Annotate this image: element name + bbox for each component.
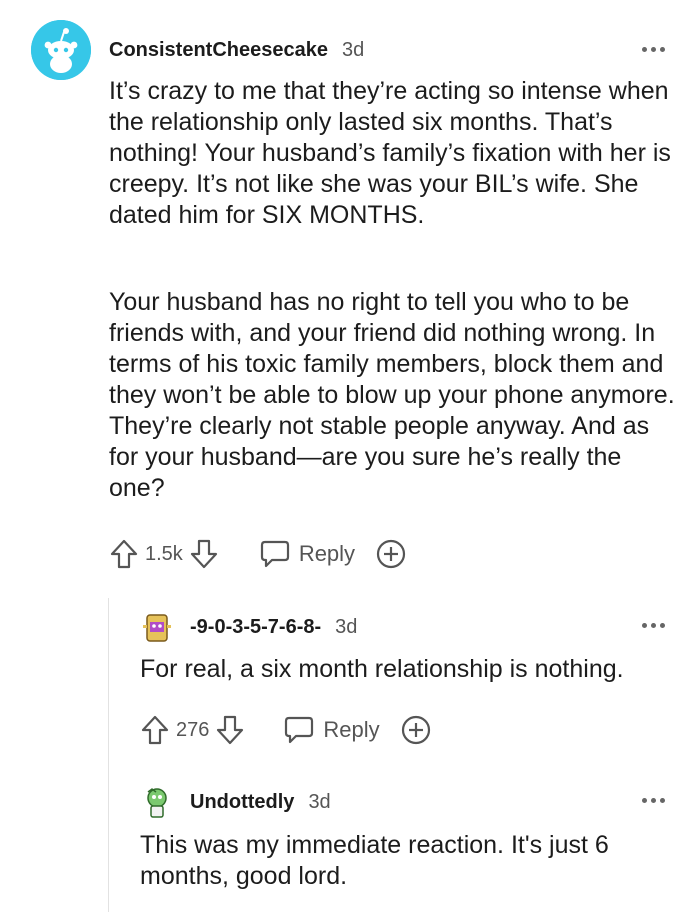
- avatar[interactable]: [31, 20, 91, 80]
- plus-circle-icon[interactable]: [400, 714, 432, 746]
- timestamp: 3d: [308, 790, 331, 813]
- speech-bubble-icon: [259, 539, 291, 569]
- thread-line[interactable]: [108, 598, 109, 912]
- vote-group: 1.5k: [109, 538, 219, 570]
- comment-thread: ConsistentCheesecake 3d It’s crazy to me…: [0, 0, 700, 912]
- username[interactable]: -9-0-3-5-7-6-8-: [190, 616, 321, 639]
- downvote-arrow-icon[interactable]: [215, 714, 245, 746]
- comment-body-paragraph: Your husband has no right to tell you wh…: [109, 288, 675, 502]
- ellipsis-icon: [641, 797, 647, 803]
- comment-body-paragraph: It’s crazy to me that they’re acting so …: [109, 77, 671, 229]
- username[interactable]: ConsistentCheesecake: [109, 39, 328, 62]
- username[interactable]: Undottedly: [190, 791, 294, 814]
- avatar[interactable]: [140, 611, 174, 645]
- avatar[interactable]: [140, 786, 174, 820]
- timestamp: 3d: [341, 38, 365, 61]
- comment-body: This was my immediate reaction. It's jus…: [140, 831, 609, 890]
- comment-actions: 276 Reply: [140, 712, 432, 748]
- more-options-button[interactable]: [638, 617, 668, 633]
- ellipsis-icon: [641, 622, 647, 628]
- upvote-arrow-icon[interactable]: [140, 714, 170, 746]
- more-options-button[interactable]: [638, 41, 668, 57]
- vote-count: 276: [176, 718, 210, 741]
- comment-header: Undottedly 3d: [190, 788, 331, 816]
- vote-group: 276: [140, 714, 245, 746]
- comment-body: For real, a six month relationship is no…: [140, 655, 624, 683]
- reply-label: Reply: [298, 541, 356, 566]
- snoo-avatar-icon: [31, 20, 91, 80]
- plus-circle-icon[interactable]: [375, 538, 407, 570]
- reply-button[interactable]: Reply: [283, 715, 380, 745]
- comment-header: ConsistentCheesecake 3d: [109, 36, 364, 64]
- more-options-button[interactable]: [638, 792, 668, 808]
- user-avatar-icon: [147, 788, 167, 818]
- reply-label: Reply: [323, 717, 380, 742]
- downvote-arrow-icon[interactable]: [189, 538, 219, 570]
- timestamp: 3d: [335, 615, 358, 638]
- vote-count: 1.5k: [145, 542, 183, 565]
- reply-button[interactable]: Reply: [259, 539, 355, 569]
- comment-actions: 1.5k Reply: [109, 536, 407, 572]
- ellipsis-icon: [641, 46, 647, 52]
- comment-header: -9-0-3-5-7-6-8- 3d: [190, 613, 357, 641]
- user-avatar-icon: [143, 614, 171, 642]
- upvote-arrow-icon[interactable]: [109, 538, 139, 570]
- speech-bubble-icon: [283, 715, 315, 745]
